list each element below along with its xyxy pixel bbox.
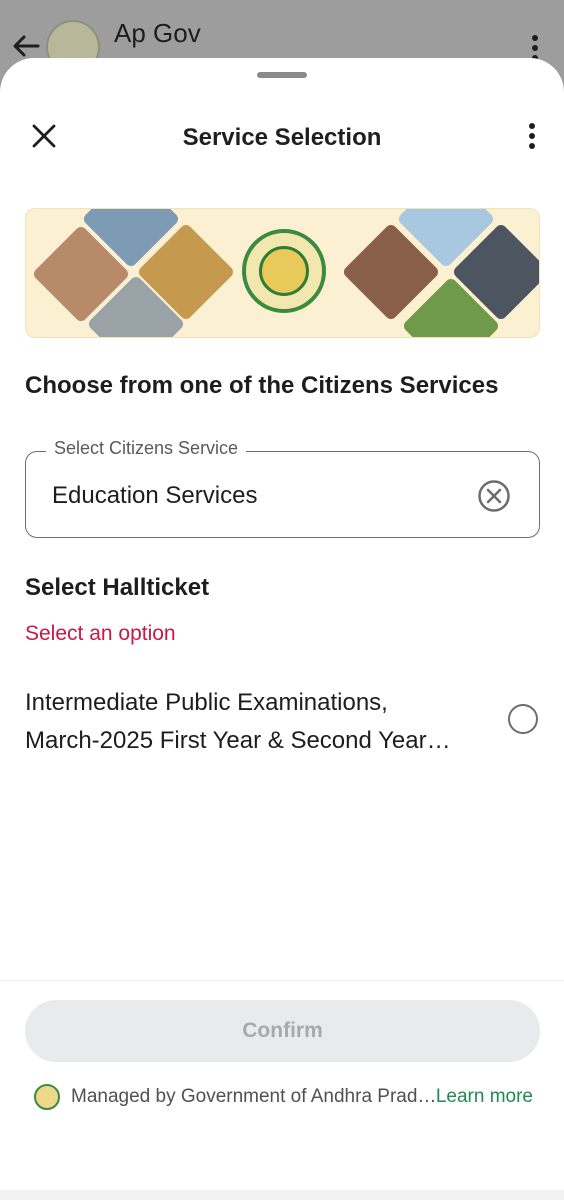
managed-by-text: Managed by Government of Andhra Prad…: [71, 1086, 437, 1107]
footer: Managed by Government of Andhra Prad… Le…: [0, 1080, 564, 1114]
system-navigation-bar: [0, 1190, 564, 1200]
services-banner: [25, 208, 540, 338]
sheet-toolbar: Service Selection: [0, 108, 564, 168]
validation-error: Select an option: [25, 622, 176, 645]
radio-icon[interactable]: [508, 704, 538, 734]
service-selection-sheet: Service Selection Choose from one of the…: [0, 58, 564, 1200]
more-options-button[interactable]: [522, 120, 542, 156]
option-line: March-2025 First Year & Second Year…: [25, 727, 451, 754]
citizens-service-select[interactable]: Select Citizens Service Education Servic…: [25, 438, 540, 538]
learn-more-link[interactable]: Learn more: [436, 1086, 533, 1108]
section-heading: Choose from one of the Citizens Services: [25, 372, 499, 399]
drag-handle[interactable]: [257, 72, 307, 78]
background-app-title: Ap Gov: [114, 18, 201, 48]
confirm-button[interactable]: Confirm: [25, 1000, 540, 1062]
ap-emblem-logo: [242, 229, 326, 313]
field-label: Select Citizens Service: [46, 438, 247, 459]
ap-emblem-icon: [34, 1084, 60, 1110]
sheet-title: Service Selection: [182, 124, 382, 151]
divider: [0, 980, 564, 981]
clear-circle-icon[interactable]: [477, 479, 511, 513]
field-value: Education Services: [52, 482, 258, 509]
hallticket-heading: Select Hallticket: [25, 574, 210, 601]
option-label: Intermediate Public Examinations, March-…: [25, 684, 485, 760]
option-line: Intermediate Public Examinations,: [25, 689, 388, 716]
more-vertical-icon: [528, 122, 536, 155]
hallticket-option[interactable]: Intermediate Public Examinations, March-…: [25, 680, 540, 760]
